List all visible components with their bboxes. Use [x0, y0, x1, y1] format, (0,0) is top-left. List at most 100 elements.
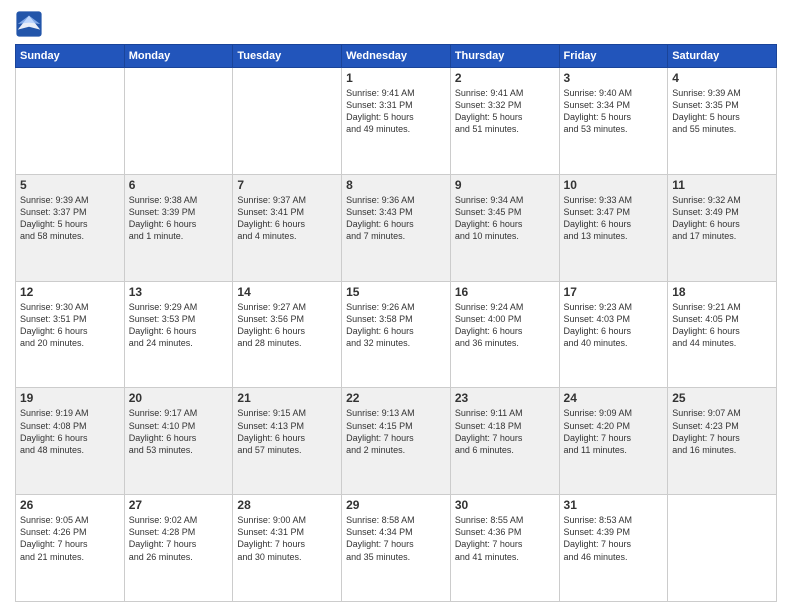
cell-day-number: 22	[346, 391, 446, 405]
calendar-cell: 19Sunrise: 9:19 AM Sunset: 4:08 PM Dayli…	[16, 388, 125, 495]
day-header-monday: Monday	[124, 45, 233, 68]
calendar-week-1: 1Sunrise: 9:41 AM Sunset: 3:31 PM Daylig…	[16, 68, 777, 175]
calendar-cell	[668, 495, 777, 602]
calendar-week-5: 26 Sunrise: 9:05 AM Sunset: 4:26 PM Dayli…	[16, 495, 777, 602]
cell-info: Sunrise: 9:19 AM Sunset: 4:08 PM Dayligh…	[20, 407, 120, 456]
cell-day-number: 2	[455, 71, 555, 85]
header-row: SundayMondayTuesdayWednesdayThursdayFrid…	[16, 45, 777, 68]
calendar-cell: 11 Sunrise: 9:32 AM Sunset: 3:49 PM Dayli…	[668, 174, 777, 281]
cell-info: Sunrise: 9:39 AM Sunset: 3:35 PM Dayligh…	[672, 87, 772, 136]
calendar-cell: 7 Sunrise: 9:37 AM Sunset: 3:41 PM Daylig…	[233, 174, 342, 281]
cell-info: Sunrise: 9:05 AM Sunset: 4:26 PM Dayligh…	[20, 514, 120, 563]
cell-info: Sunrise: 9:29 AM Sunset: 3:53 PM Dayligh…	[129, 301, 229, 350]
cell-day-number: 13	[129, 285, 229, 299]
cell-day-number: 23	[455, 391, 555, 405]
cell-day-number: 14	[237, 285, 337, 299]
cell-info: Sunrise: 8:55 AM Sunset: 4:36 PM Dayligh…	[455, 514, 555, 563]
logo	[15, 10, 47, 38]
calendar-cell: 18 Sunrise: 9:21 AM Sunset: 4:05 PM Dayli…	[668, 281, 777, 388]
calendar-table: SundayMondayTuesdayWednesdayThursdayFrid…	[15, 44, 777, 602]
calendar-cell: 14 Sunrise: 9:27 AM Sunset: 3:56 PM Dayli…	[233, 281, 342, 388]
cell-info: Sunrise: 9:32 AM Sunset: 3:49 PM Dayligh…	[672, 194, 772, 243]
day-header-tuesday: Tuesday	[233, 45, 342, 68]
cell-info: Sunrise: 9:27 AM Sunset: 3:56 PM Dayligh…	[237, 301, 337, 350]
calendar-cell: 2 Sunrise: 9:41 AM Sunset: 3:32 PM Daylig…	[450, 68, 559, 175]
calendar-cell: 16Sunrise: 9:24 AM Sunset: 4:00 PM Dayli…	[450, 281, 559, 388]
calendar-cell: 9 Sunrise: 9:34 AM Sunset: 3:45 PM Daylig…	[450, 174, 559, 281]
calendar-cell: 31Sunrise: 8:53 AM Sunset: 4:39 PM Dayli…	[559, 495, 668, 602]
cell-info: Sunrise: 9:33 AM Sunset: 3:47 PM Dayligh…	[564, 194, 664, 243]
day-header-saturday: Saturday	[668, 45, 777, 68]
calendar-cell: 8 Sunrise: 9:36 AM Sunset: 3:43 PM Daylig…	[342, 174, 451, 281]
calendar-cell: 4 Sunrise: 9:39 AM Sunset: 3:35 PM Daylig…	[668, 68, 777, 175]
cell-day-number: 3	[564, 71, 664, 85]
cell-day-number: 21	[237, 391, 337, 405]
cell-info: Sunrise: 9:36 AM Sunset: 3:43 PM Dayligh…	[346, 194, 446, 243]
cell-info: Sunrise: 9:00 AM Sunset: 4:31 PM Dayligh…	[237, 514, 337, 563]
cell-day-number: 16	[455, 285, 555, 299]
cell-info: Sunrise: 9:07 AM Sunset: 4:23 PM Dayligh…	[672, 407, 772, 456]
calendar-cell: 24Sunrise: 9:09 AM Sunset: 4:20 PM Dayli…	[559, 388, 668, 495]
calendar-cell: 5Sunrise: 9:39 AM Sunset: 3:37 PM Daylig…	[16, 174, 125, 281]
cell-day-number: 17	[564, 285, 664, 299]
cell-info: Sunrise: 9:09 AM Sunset: 4:20 PM Dayligh…	[564, 407, 664, 456]
cell-info: Sunrise: 9:30 AM Sunset: 3:51 PM Dayligh…	[20, 301, 120, 350]
cell-info: Sunrise: 9:34 AM Sunset: 3:45 PM Dayligh…	[455, 194, 555, 243]
cell-day-number: 20	[129, 391, 229, 405]
calendar-cell	[233, 68, 342, 175]
cell-info: Sunrise: 9:38 AM Sunset: 3:39 PM Dayligh…	[129, 194, 229, 243]
calendar-cell: 3 Sunrise: 9:40 AM Sunset: 3:34 PM Daylig…	[559, 68, 668, 175]
calendar-cell: 26 Sunrise: 9:05 AM Sunset: 4:26 PM Dayli…	[16, 495, 125, 602]
cell-day-number: 1	[346, 71, 446, 85]
cell-day-number: 10	[564, 178, 664, 192]
cell-info: Sunrise: 9:13 AM Sunset: 4:15 PM Dayligh…	[346, 407, 446, 456]
calendar-cell: 6 Sunrise: 9:38 AM Sunset: 3:39 PM Daylig…	[124, 174, 233, 281]
cell-info: Sunrise: 9:26 AM Sunset: 3:58 PM Dayligh…	[346, 301, 446, 350]
day-header-thursday: Thursday	[450, 45, 559, 68]
cell-day-number: 15	[346, 285, 446, 299]
calendar-cell: 21 Sunrise: 9:15 AM Sunset: 4:13 PM Dayli…	[233, 388, 342, 495]
cell-day-number: 25	[672, 391, 772, 405]
calendar-cell: 12 Sunrise: 9:30 AM Sunset: 3:51 PM Dayli…	[16, 281, 125, 388]
cell-day-number: 7	[237, 178, 337, 192]
cell-info: Sunrise: 9:23 AM Sunset: 4:03 PM Dayligh…	[564, 301, 664, 350]
calendar-cell: 30 Sunrise: 8:55 AM Sunset: 4:36 PM Dayli…	[450, 495, 559, 602]
calendar-cell: 27Sunrise: 9:02 AM Sunset: 4:28 PM Dayli…	[124, 495, 233, 602]
calendar-week-4: 19Sunrise: 9:19 AM Sunset: 4:08 PM Dayli…	[16, 388, 777, 495]
calendar-header: SundayMondayTuesdayWednesdayThursdayFrid…	[16, 45, 777, 68]
cell-info: Sunrise: 9:17 AM Sunset: 4:10 PM Dayligh…	[129, 407, 229, 456]
cell-info: Sunrise: 9:41 AM Sunset: 3:32 PM Dayligh…	[455, 87, 555, 136]
cell-info: Sunrise: 9:37 AM Sunset: 3:41 PM Dayligh…	[237, 194, 337, 243]
calendar-week-2: 5Sunrise: 9:39 AM Sunset: 3:37 PM Daylig…	[16, 174, 777, 281]
day-header-wednesday: Wednesday	[342, 45, 451, 68]
day-header-sunday: Sunday	[16, 45, 125, 68]
calendar-cell: 1Sunrise: 9:41 AM Sunset: 3:31 PM Daylig…	[342, 68, 451, 175]
page: SundayMondayTuesdayWednesdayThursdayFrid…	[0, 0, 792, 612]
calendar-cell: 22 Sunrise: 9:13 AM Sunset: 4:15 PM Dayli…	[342, 388, 451, 495]
cell-info: Sunrise: 9:02 AM Sunset: 4:28 PM Dayligh…	[129, 514, 229, 563]
header	[15, 10, 777, 38]
calendar-body: 1Sunrise: 9:41 AM Sunset: 3:31 PM Daylig…	[16, 68, 777, 602]
calendar-cell: 10 Sunrise: 9:33 AM Sunset: 3:47 PM Dayli…	[559, 174, 668, 281]
calendar-cell: 20 Sunrise: 9:17 AM Sunset: 4:10 PM Dayli…	[124, 388, 233, 495]
cell-day-number: 11	[672, 178, 772, 192]
cell-day-number: 31	[564, 498, 664, 512]
cell-info: Sunrise: 9:40 AM Sunset: 3:34 PM Dayligh…	[564, 87, 664, 136]
cell-day-number: 30	[455, 498, 555, 512]
cell-day-number: 29	[346, 498, 446, 512]
cell-info: Sunrise: 9:39 AM Sunset: 3:37 PM Dayligh…	[20, 194, 120, 243]
cell-day-number: 28	[237, 498, 337, 512]
cell-day-number: 18	[672, 285, 772, 299]
cell-day-number: 6	[129, 178, 229, 192]
cell-info: Sunrise: 9:15 AM Sunset: 4:13 PM Dayligh…	[237, 407, 337, 456]
cell-day-number: 9	[455, 178, 555, 192]
calendar-cell: 17 Sunrise: 9:23 AM Sunset: 4:03 PM Dayli…	[559, 281, 668, 388]
cell-day-number: 8	[346, 178, 446, 192]
cell-day-number: 12	[20, 285, 120, 299]
calendar-cell: 28 Sunrise: 9:00 AM Sunset: 4:31 PM Dayli…	[233, 495, 342, 602]
cell-info: Sunrise: 9:21 AM Sunset: 4:05 PM Dayligh…	[672, 301, 772, 350]
day-header-friday: Friday	[559, 45, 668, 68]
cell-day-number: 26	[20, 498, 120, 512]
cell-day-number: 4	[672, 71, 772, 85]
logo-icon	[15, 10, 43, 38]
